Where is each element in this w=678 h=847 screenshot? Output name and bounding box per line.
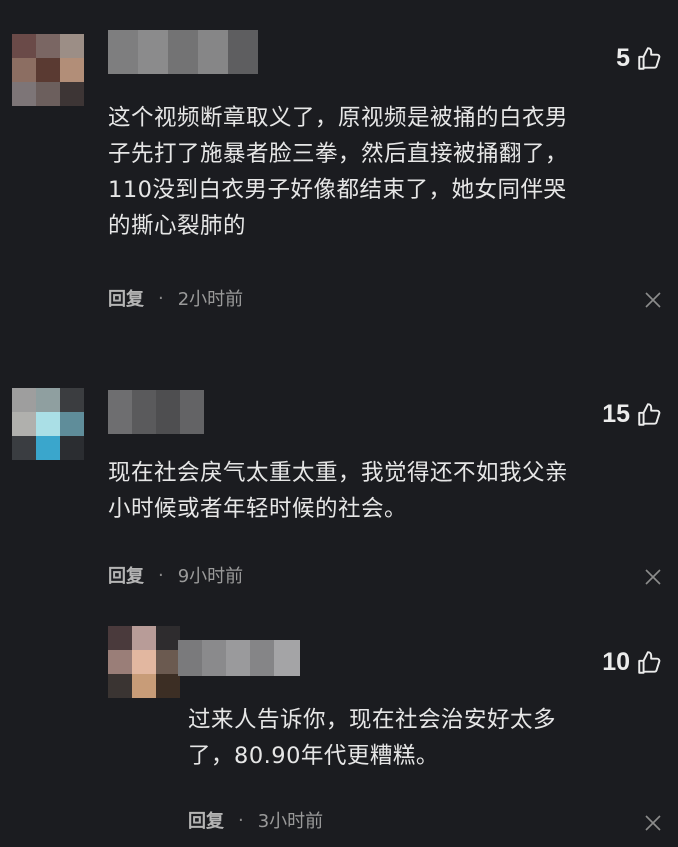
username-blurred[interactable] xyxy=(178,640,300,676)
timestamp: 3小时前 xyxy=(257,811,324,832)
thumbs-up-icon xyxy=(638,650,661,674)
comment-text: 过来人告诉你，现在社会治安好太多 了，80.90年代更糟糕。 xyxy=(188,707,557,769)
comment-meta: 回复 · 3小时前 xyxy=(188,807,323,833)
like-button[interactable]: 10 xyxy=(602,648,662,677)
reply-button[interactable]: 回复 xyxy=(188,807,224,833)
comment-3-reply: 10 过来人告诉你，现在社会治安好太多 了，80.90年代更糟糕。 回复 · 3… xyxy=(0,0,678,847)
avatar[interactable] xyxy=(108,626,180,698)
separator-dot: · xyxy=(238,809,244,831)
close-icon[interactable] xyxy=(644,814,662,832)
like-count: 10 xyxy=(602,648,630,676)
